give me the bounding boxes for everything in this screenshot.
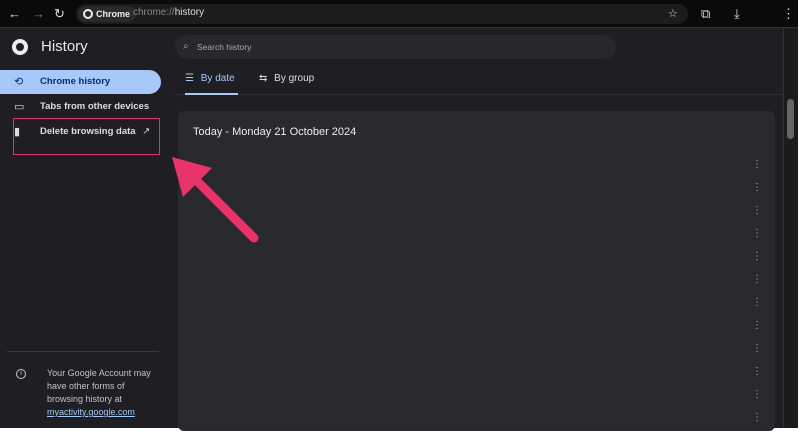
browser-window: ← → ↻ Chrome chrome://history ☆ ⧉ ⤓ ⋮ Hi… (0, 0, 798, 431)
annotation-arrow (172, 157, 259, 243)
